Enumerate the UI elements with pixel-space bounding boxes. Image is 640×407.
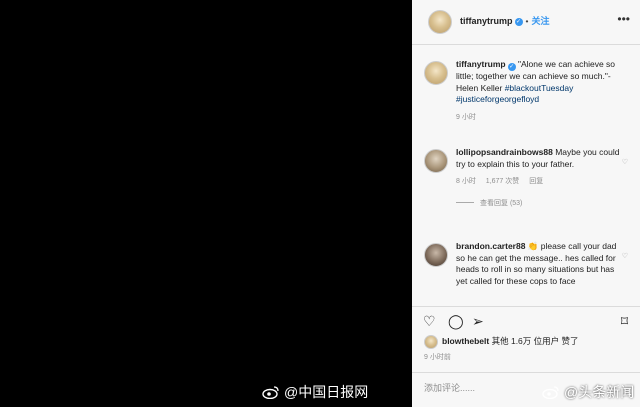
author-username[interactable]: tiffanytrump — [460, 16, 513, 28]
share-icon[interactable]: ➢ — [472, 313, 484, 329]
weibo-logo-icon — [542, 386, 559, 399]
caption-meta: 9 小时 — [456, 112, 626, 124]
post-image-black-square[interactable] — [0, 0, 412, 407]
weibo-logo-icon — [262, 386, 279, 399]
post-header: tiffanytrump ✓ • 关注 ••• — [412, 0, 640, 45]
commenter-avatar[interactable] — [424, 243, 448, 267]
heart-icon[interactable]: ♡ — [423, 313, 436, 329]
replies-divider-line — [456, 201, 474, 203]
author-avatar[interactable] — [424, 61, 448, 85]
follow-button[interactable]: 关注 — [531, 16, 549, 28]
comment-username[interactable]: lollipopsandrainbows88 — [456, 147, 553, 157]
verified-badge-icon: ✓ — [514, 18, 523, 26]
comment-likes[interactable]: 1,677 次赞 — [486, 178, 519, 185]
watermark-right: @头条新闻 — [542, 382, 634, 402]
comment-meta: 8 小时 1,677 次赞 回复 — [456, 176, 626, 188]
commenter-avatar[interactable] — [424, 149, 448, 173]
instagram-post-view: tiffanytrump ✓ • 关注 ••• tiffanytrump ✓ "A… — [0, 0, 640, 407]
clap-emoji: 👏 — [527, 241, 539, 251]
watermark-right-text: @头条新闻 — [564, 384, 635, 400]
watermark-left: @中国日报网 — [262, 382, 368, 402]
hashtag-link[interactable]: #justiceforgeorgefloyd — [456, 94, 539, 104]
comment-item: brandon.carter88 👏 please call your dad … — [424, 241, 634, 287]
liker-username[interactable]: blowthebelt — [442, 336, 489, 348]
caption: tiffanytrump ✓ "Alone we can achieve so l… — [424, 59, 634, 123]
post-timestamp: 9 小时前 — [424, 354, 451, 361]
view-replies-button[interactable]: 查看回复 (53) — [456, 198, 626, 210]
watermark-left-text: @中国日报网 — [284, 384, 369, 400]
comment-username[interactable]: brandon.carter88 — [456, 241, 525, 251]
more-options-icon[interactable]: ••• — [617, 13, 630, 26]
comments-list[interactable]: tiffanytrump ✓ "Alone we can achieve so l… — [412, 45, 640, 305]
author-avatar[interactable] — [428, 10, 452, 34]
post-actions-bar: ♡ ◯ ➢ ⌑ — [412, 306, 640, 335]
reply-button[interactable]: 回复 — [529, 178, 543, 185]
liker-avatar — [424, 335, 438, 349]
caption-username[interactable]: tiffanytrump — [456, 59, 506, 69]
likes-summary[interactable]: blowthebelt 其他 1.6万 位用户 赞了 — [412, 334, 640, 350]
likes-count-text[interactable]: 其他 1.6万 位用户 赞了 — [492, 336, 579, 348]
view-replies-label: 查看回复 (53) — [480, 199, 523, 207]
bookmark-icon[interactable]: ⌑ — [621, 313, 628, 329]
comment-time: 8 小时 — [456, 178, 476, 185]
post-side-panel: tiffanytrump ✓ • 关注 ••• tiffanytrump ✓ "A… — [412, 0, 640, 407]
comment-input[interactable]: 添加评论...... — [424, 383, 475, 395]
caption-time: 9 小时 — [456, 113, 476, 121]
comment-like-heart-icon[interactable]: ♡ — [622, 251, 628, 263]
separator-dot: • — [525, 16, 529, 27]
comment-icon[interactable]: ◯ — [448, 313, 464, 329]
hashtag-link[interactable]: #blackoutTuesday — [505, 83, 574, 93]
comment-like-heart-icon[interactable]: ♡ — [622, 157, 628, 169]
comment-item: lollipopsandrainbows88 Maybe you could t… — [424, 147, 634, 209]
verified-badge-icon: ✓ — [507, 63, 516, 71]
